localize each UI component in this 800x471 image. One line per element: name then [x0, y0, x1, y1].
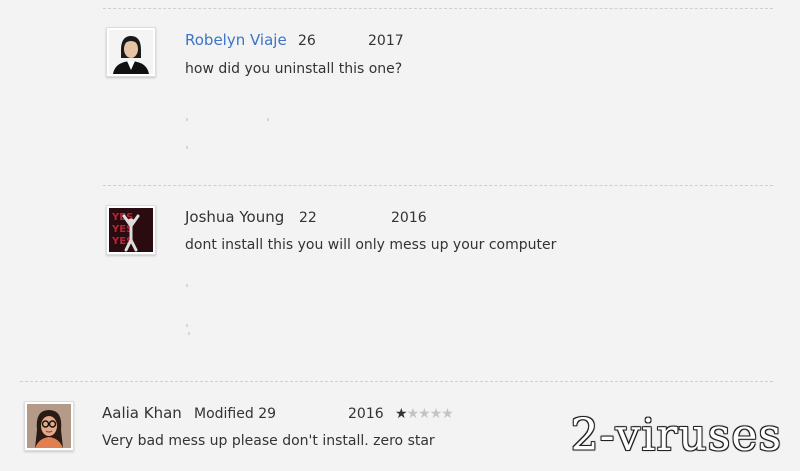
avatar[interactable]: [106, 27, 156, 77]
decorative-speck: [267, 118, 269, 121]
star-empty-icon: ★: [441, 406, 454, 422]
star-filled-icon: ★: [395, 406, 408, 422]
date-year: 2016: [391, 210, 427, 226]
avatar-yes-poster-icon: YES YES YES: [109, 208, 153, 252]
comment-date-year: 2016: [391, 208, 427, 228]
decorative-speck: [186, 146, 188, 149]
star-empty-icon: ★: [418, 406, 431, 422]
decorative-speck: [186, 284, 188, 287]
comment-divider-top: [103, 8, 773, 9]
decorative-speck: [188, 332, 190, 335]
comment-divider: [103, 185, 773, 186]
comment-date-day: 26: [298, 31, 316, 51]
comment-meta: Aalia Khan: [102, 403, 182, 424]
comment-date-year: 2016: [348, 404, 384, 424]
watermark-logo: 2-viruses: [570, 410, 782, 461]
comment-text: Very bad mess up please don't install. z…: [102, 433, 435, 449]
comment-meta: Joshua Young: [185, 207, 284, 228]
date-year: 2016: [348, 406, 384, 422]
star-empty-icon: ★: [406, 406, 420, 422]
comment-divider: [20, 381, 773, 382]
date-year: 2017: [368, 33, 404, 49]
avatar-woman-photo-icon: [109, 30, 153, 74]
author-name[interactable]: Aalia Khan: [102, 404, 182, 422]
date-day: 22: [299, 210, 317, 226]
star-rating: ★★★★★: [395, 404, 454, 424]
comment-meta: Robelyn Viaje: [185, 30, 287, 51]
comment-modified: Modified 29: [194, 404, 276, 424]
author-link[interactable]: Robelyn Viaje: [185, 31, 287, 49]
comment-text: how did you uninstall this one?: [185, 61, 403, 77]
avatar[interactable]: YES YES YES: [106, 205, 156, 255]
avatar[interactable]: [24, 401, 74, 451]
star-empty-icon: ★: [429, 406, 443, 422]
date-day: 26: [298, 33, 316, 49]
decorative-speck: [186, 324, 188, 327]
comment-date-day: 22: [299, 208, 317, 228]
avatar-woman-glasses-photo-icon: [27, 404, 71, 448]
modified-label: Modified 29: [194, 406, 277, 422]
author-name[interactable]: Joshua Young: [185, 208, 284, 226]
comment-text: dont install this you will only mess up …: [185, 237, 557, 253]
comment-date-year: 2017: [368, 31, 404, 51]
decorative-speck: [186, 118, 188, 121]
